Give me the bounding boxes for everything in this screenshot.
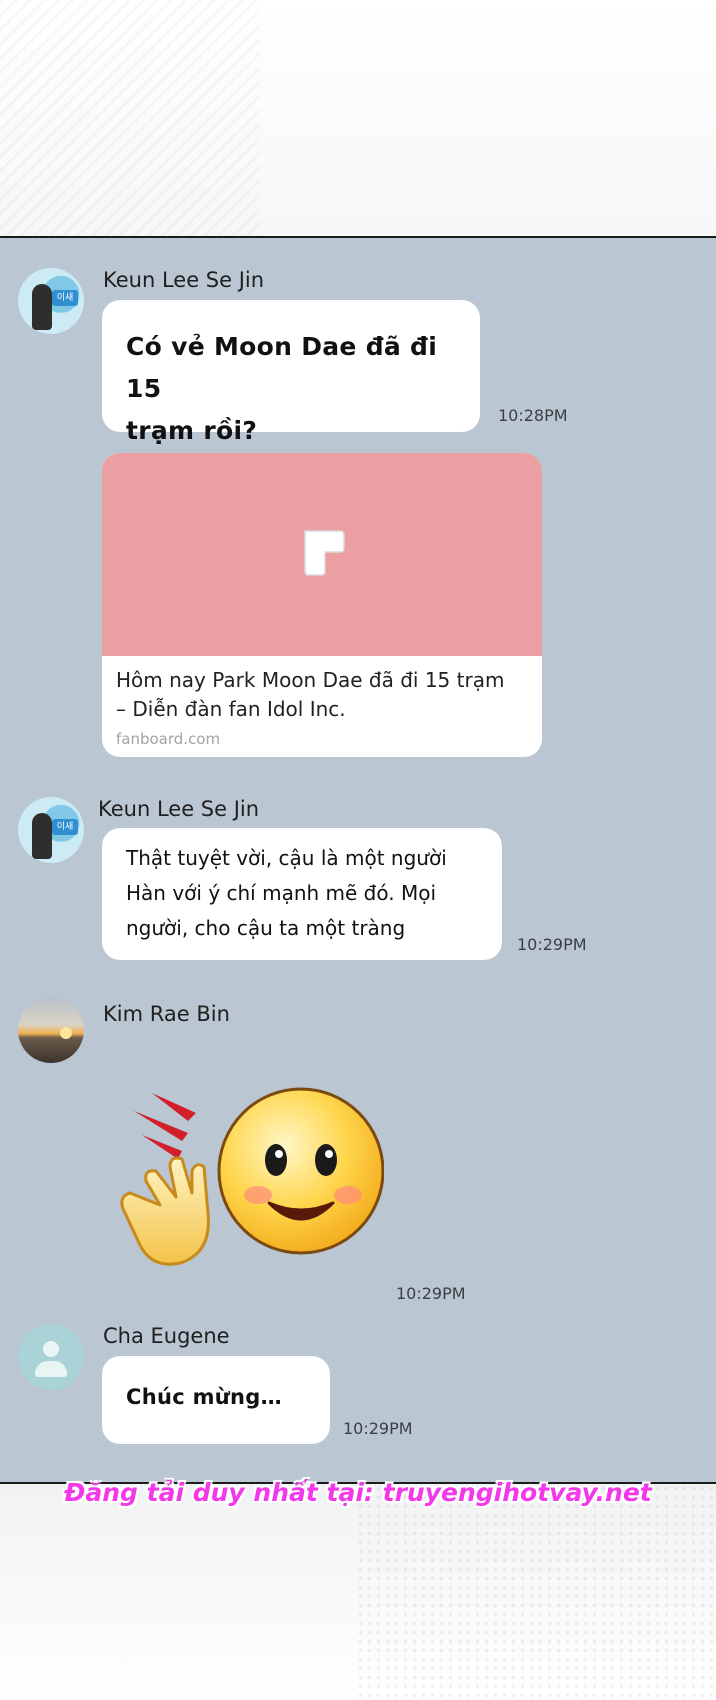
avatar-cha-eugene[interactable] <box>18 1324 84 1390</box>
message-time: 10:29PM <box>517 935 587 954</box>
sender-name: Cha Eugene <box>103 1324 230 1348</box>
sender-name: Kim Rae Bin <box>103 1002 230 1026</box>
link-preview-image <box>102 453 542 656</box>
link-domain: fanboard.com <box>116 730 221 748</box>
sender-name: Keun Lee Se Jin <box>98 797 260 821</box>
message-bubble[interactable]: Chúc mừng… <box>102 1356 330 1444</box>
message-bubble[interactable]: Thật tuyệt vời, cậu là một người Hàn với… <box>102 828 502 960</box>
link-preview-card[interactable]: Hôm nay Park Moon Dae đã đi 15 trạm – Di… <box>102 453 542 757</box>
clapping-smiley-sticker[interactable] <box>104 1085 384 1270</box>
link-title[interactable]: Hôm nay Park Moon Dae đã đi 15 trạm – Di… <box>116 666 531 724</box>
fanboard-logo-icon <box>304 530 345 576</box>
message-time: 10:29PM <box>343 1419 413 1438</box>
message-time: 10:28PM <box>498 406 568 425</box>
message-bubble[interactable]: Có vẻ Moon Dae đã đi 15 trạm rồi? <box>102 300 480 445</box>
avatar-keun-lee-se-jin[interactable]: 이새 <box>18 797 84 863</box>
bottom-backdrop <box>0 1484 716 1700</box>
avatar-kim-rae-bin[interactable] <box>18 997 84 1063</box>
avatar-keun-lee-se-jin[interactable]: 이새 <box>18 268 84 334</box>
top-backdrop <box>0 0 716 236</box>
sender-name: Keun Lee Se Jin <box>103 268 265 292</box>
watermark: Đăng tải duy nhất tại: truyengihotvay.ne… <box>64 1478 652 1507</box>
message-time: 10:29PM <box>396 1284 466 1303</box>
user-icon <box>43 1341 59 1357</box>
